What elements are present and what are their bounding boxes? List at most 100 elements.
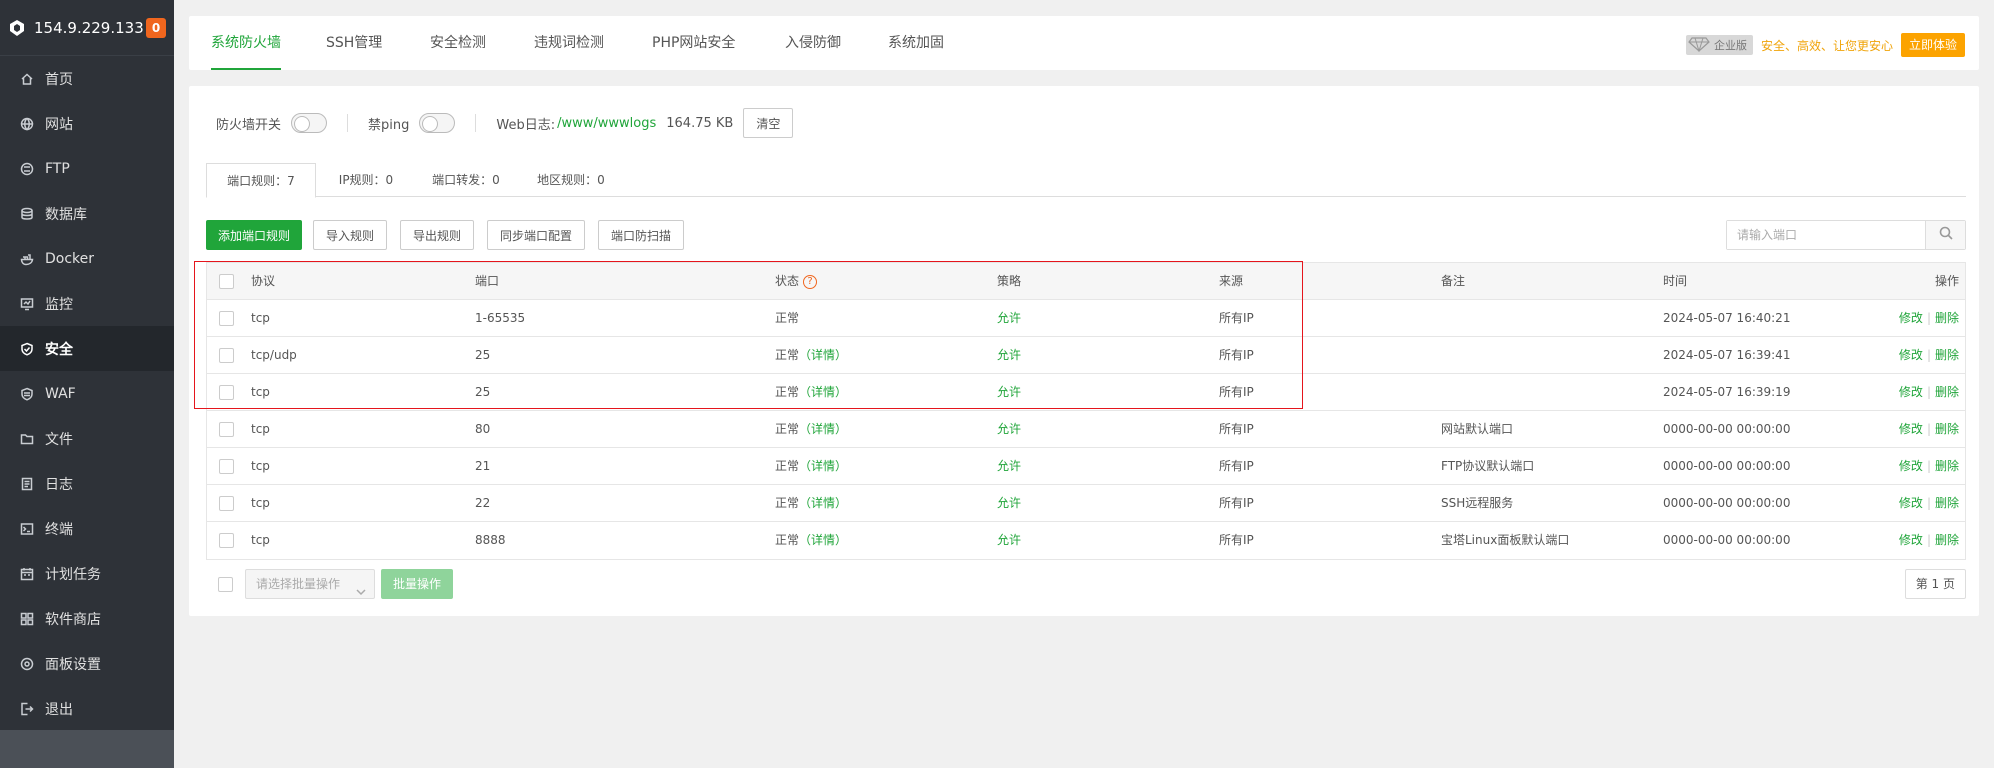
delete-link[interactable]: 删除 xyxy=(1935,533,1959,547)
tab-port-forward[interactable]: 端口转发：0 xyxy=(416,163,516,197)
edit-link[interactable]: 修改 xyxy=(1899,311,1923,325)
batch-select-checkbox[interactable] xyxy=(218,577,233,592)
status-detail-link[interactable]: （详情） xyxy=(799,533,847,547)
clear-log-button[interactable]: 清空 xyxy=(743,108,794,138)
header-remark: 备注 xyxy=(1441,274,1466,288)
tab-php-site-security[interactable]: PHP网站安全 xyxy=(652,16,735,70)
delete-link[interactable]: 删除 xyxy=(1935,348,1959,362)
cell-port: 80 xyxy=(475,422,491,436)
cell-policy: 允许 xyxy=(997,533,1022,547)
edit-link[interactable]: 修改 xyxy=(1899,348,1923,362)
row-checkbox[interactable] xyxy=(219,385,234,400)
sync-port-config-button[interactable]: 同步端口配置 xyxy=(487,220,586,250)
tab-security-check[interactable]: 安全检测 xyxy=(430,16,486,70)
page-indicator[interactable]: 第 1 页 xyxy=(1904,569,1966,599)
status-detail-link[interactable]: （详情） xyxy=(799,496,847,510)
delete-link[interactable]: 删除 xyxy=(1935,459,1959,473)
row-checkbox[interactable] xyxy=(219,533,234,548)
status-detail-link[interactable]: （详情） xyxy=(799,459,847,473)
import-rules-button[interactable]: 导入规则 xyxy=(313,220,388,250)
batch-operation-button[interactable]: 批量操作 xyxy=(381,569,454,599)
tab-system-firewall[interactable]: 系统防火墙 xyxy=(211,16,281,70)
edit-link[interactable]: 修改 xyxy=(1899,459,1923,473)
port-anti-scan-button[interactable]: 端口防扫描 xyxy=(598,220,685,250)
sidebar-item-grid[interactable]: 软件商店 xyxy=(0,596,174,641)
cell-source: 所有IP xyxy=(1219,533,1254,547)
edit-link[interactable]: 修改 xyxy=(1899,533,1923,547)
cell-policy: 允许 xyxy=(997,496,1022,510)
delete-link[interactable]: 删除 xyxy=(1935,385,1959,399)
edit-link[interactable]: 修改 xyxy=(1899,496,1923,510)
sidebar-item-terminal[interactable]: 终端 xyxy=(0,506,174,551)
sidebar-item-home[interactable]: 首页 xyxy=(0,56,174,101)
batch-operation-select[interactable]: 请选择批量操作 xyxy=(245,569,375,599)
tab-ssh-management[interactable]: SSH管理 xyxy=(326,16,382,70)
cell-protocol: tcp/udp xyxy=(251,348,297,362)
sidebar-item-label: 计划任务 xyxy=(45,566,101,583)
weblog-path-link[interactable]: /www/wwwlogs xyxy=(557,116,656,131)
status-detail-link[interactable]: （详情） xyxy=(799,385,847,399)
try-now-button[interactable]: 立即体验 xyxy=(1900,33,1965,57)
row-checkbox[interactable] xyxy=(219,496,234,511)
row-checkbox[interactable] xyxy=(219,311,234,326)
cell-time: 0000-00-00 00:00:00 xyxy=(1663,422,1791,436)
firewall-panel: 防火墙开关 禁ping Web日志: /www/wwwlogs 164.75 K… xyxy=(189,86,1979,616)
sidebar-item-folder[interactable]: 文件 xyxy=(0,416,174,461)
row-checkbox[interactable] xyxy=(219,422,234,437)
sidebar-item-monitor[interactable]: 监控 xyxy=(0,281,174,326)
row-checkbox[interactable] xyxy=(219,348,234,363)
firewall-toggle[interactable] xyxy=(291,113,328,133)
edit-link[interactable]: 修改 xyxy=(1899,385,1923,399)
cell-status: 正常（详情） xyxy=(775,411,847,448)
status-detail-link[interactable]: （详情） xyxy=(799,422,847,436)
export-rules-button[interactable]: 导出规则 xyxy=(400,220,475,250)
sidebar-item-shield[interactable]: 安全 xyxy=(0,326,174,371)
cell-port: 22 xyxy=(475,496,491,510)
sidebar-item-label: 网站 xyxy=(45,116,73,133)
cell-time: 2024-05-07 16:39:19 xyxy=(1663,385,1791,399)
sidebar: 154.9.229.133 0 首页网站 FTP 数据库 Docker 监控 安全 WAF 文… xyxy=(0,0,174,768)
sidebar-item-logout[interactable]: 退出 xyxy=(0,686,174,731)
delete-link[interactable]: 删除 xyxy=(1935,496,1959,510)
server-ip: 154.9.229.133 xyxy=(34,18,144,37)
status-detail-link[interactable]: （详情） xyxy=(799,348,847,362)
tab-region-rules[interactable]: 地区规则：0 xyxy=(516,163,626,197)
port-search-input[interactable] xyxy=(1727,221,1925,249)
database-icon xyxy=(19,206,35,222)
weblog-label: Web日志: xyxy=(496,117,556,133)
tab-intrusion-prevention[interactable]: 入侵防御 xyxy=(785,16,841,70)
header-source: 来源 xyxy=(1219,274,1244,288)
sidebar-item-gear[interactable]: 面板设置 xyxy=(0,641,174,686)
cell-remark: FTP协议默认端口 xyxy=(1441,459,1535,473)
tab-ip-rules[interactable]: IP规则：0 xyxy=(316,163,416,197)
cell-protocol: tcp xyxy=(251,533,270,547)
add-port-rule-button[interactable]: 添加端口规则 xyxy=(206,220,303,250)
tab-system-hardening[interactable]: 系统加固 xyxy=(888,16,944,70)
search-button[interactable] xyxy=(1925,221,1965,249)
tab-port-rules[interactable]: 端口规则：7 xyxy=(206,163,316,198)
divider xyxy=(475,114,477,132)
select-all-checkbox[interactable] xyxy=(219,274,234,289)
cell-protocol: tcp xyxy=(251,459,270,473)
sidebar-item-globe[interactable]: 网站 xyxy=(0,101,174,146)
sidebar-item-log[interactable]: 日志 xyxy=(0,461,174,506)
sidebar-item-ftp[interactable]: FTP xyxy=(0,146,174,191)
row-ops: 修改 | 删除 xyxy=(1899,485,1959,522)
ping-toggle[interactable] xyxy=(419,113,456,133)
delete-link[interactable]: 删除 xyxy=(1935,311,1959,325)
cell-protocol: tcp xyxy=(251,422,270,436)
sidebar-item-waf[interactable]: WAF xyxy=(0,371,174,416)
sidebar-item-calendar[interactable]: 计划任务 xyxy=(0,551,174,596)
delete-link[interactable]: 删除 xyxy=(1935,422,1959,436)
help-icon[interactable]: ? xyxy=(803,274,818,289)
notification-badge[interactable]: 0 xyxy=(146,17,166,38)
table-row: tcp 21 正常（详情） 允许 所有IP FTP协议默认端口 0000-00-00 00:… xyxy=(207,448,1965,485)
sidebar-item-docker[interactable]: Docker xyxy=(0,236,174,281)
row-ops: 修改 | 删除 xyxy=(1899,300,1959,337)
edit-link[interactable]: 修改 xyxy=(1899,422,1923,436)
cell-time: 0000-00-00 00:00:00 xyxy=(1663,459,1791,473)
row-checkbox[interactable] xyxy=(219,459,234,474)
sidebar-item-database[interactable]: 数据库 xyxy=(0,191,174,236)
batch-bar: 请选择批量操作 批量操作 第 1 页 xyxy=(206,569,1966,599)
tab-keyword-check[interactable]: 违规词检测 xyxy=(534,16,604,70)
